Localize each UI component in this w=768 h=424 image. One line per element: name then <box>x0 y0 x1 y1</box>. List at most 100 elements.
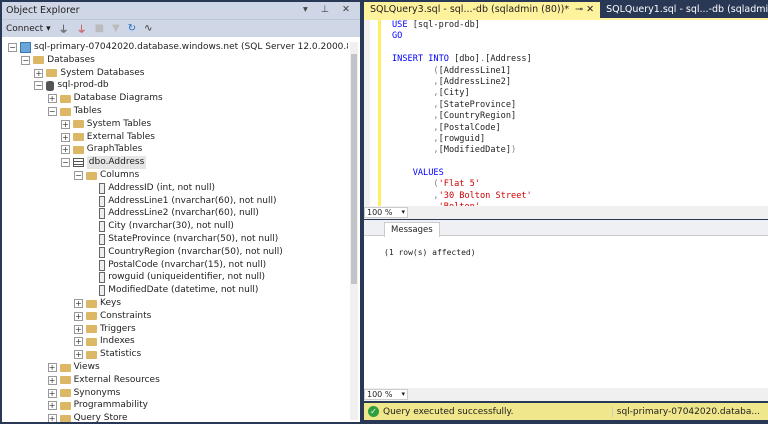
code-line: ,[rowguid] <box>392 134 532 145</box>
collapse-icon[interactable]: − <box>47 107 57 116</box>
expand-icon[interactable]: + <box>74 299 83 308</box>
tree-node[interactable]: AddressID (int, not null) <box>87 182 215 195</box>
expand-icon[interactable]: + <box>74 324 83 334</box>
column-icon <box>99 234 106 245</box>
expand-icon[interactable]: + <box>60 132 70 142</box>
code-token: [StateProvince] <box>438 99 517 110</box>
stop-icon[interactable]: ■ <box>95 23 104 34</box>
tree-node-label: Synonyms <box>73 387 121 398</box>
tree-node[interactable]: + GraphTables <box>60 143 143 156</box>
expand-icon[interactable]: + <box>74 311 83 321</box>
expand-icon[interactable]: + <box>47 401 57 411</box>
refresh-icon[interactable]: ↻ <box>128 23 136 34</box>
panel-window-controls[interactable]: ▾ ⊥ ✕ <box>303 4 355 15</box>
code-token: [City] <box>438 88 470 99</box>
expand-icon[interactable]: + <box>60 119 70 129</box>
column-icon <box>99 182 106 194</box>
results-zoom-select[interactable]: 100 % <box>364 389 408 400</box>
tree-node[interactable]: rowguid (uniqueidentifier, not null) <box>87 271 265 284</box>
success-check-icon: ✓ <box>368 406 379 417</box>
tree-node[interactable]: + Keys <box>74 297 121 310</box>
filter-icon[interactable]: ▼ <box>112 23 120 34</box>
scrollbar-thumb[interactable] <box>351 54 357 284</box>
tree-node[interactable]: − Columns <box>74 169 139 182</box>
tree-node[interactable]: + External Resources <box>47 374 160 387</box>
tree-node[interactable]: + System Tables <box>60 118 151 131</box>
tab-sqlquery3[interactable]: SQLQuery3.sql - sql...-db (sqladmin (80)… <box>364 2 601 18</box>
tree-node[interactable]: + Query Store <box>47 412 128 422</box>
tree-node-label: ModifiedDate (datetime, not null) <box>108 285 259 296</box>
tree-node[interactable]: StateProvince (nvarchar(50), not null) <box>87 233 278 246</box>
collapse-icon[interactable]: − <box>60 158 70 168</box>
tree-node[interactable]: − dbo.Address <box>60 156 147 170</box>
tree-node[interactable]: + External Tables <box>60 131 155 144</box>
tree-scrollbar[interactable] <box>350 42 358 420</box>
tree-node[interactable]: CountryRegion (nvarchar(50), not null) <box>87 246 283 259</box>
expand-icon[interactable]: + <box>74 337 83 347</box>
tree-node[interactable]: City (nvarchar(30), not null) <box>87 220 234 233</box>
folder-icon <box>59 376 71 385</box>
table-icon <box>72 158 84 168</box>
tree-node-label: External Tables <box>86 131 155 142</box>
tree-node-label: System Databases <box>60 67 145 78</box>
column-icon <box>99 259 106 271</box>
tree-node[interactable]: + Views <box>47 361 100 374</box>
tree-node-label: Statistics <box>100 349 142 360</box>
disconnect-icon[interactable]: ⏚ <box>77 21 87 36</box>
expand-icon[interactable]: + <box>47 363 57 372</box>
editor-gutter <box>364 20 370 206</box>
tree-node[interactable]: − Databases <box>21 54 95 67</box>
expand-icon[interactable]: + <box>47 94 57 104</box>
expand-icon[interactable]: + <box>47 388 57 398</box>
tree-node-label: Database Diagrams <box>73 93 163 104</box>
tree-node[interactable]: − Tables <box>47 105 102 118</box>
tree-node[interactable]: − sql-prod-db <box>34 79 109 92</box>
column-icon <box>99 272 106 284</box>
code-token: 'Flat 5' <box>438 179 480 190</box>
collapse-icon[interactable]: − <box>34 81 44 91</box>
tree-node[interactable]: + Indexes <box>74 335 135 348</box>
folder-icon <box>72 145 84 154</box>
collapse-icon[interactable]: − <box>8 43 17 52</box>
collapse-icon[interactable]: − <box>21 55 31 65</box>
collapse-icon[interactable]: − <box>74 171 83 180</box>
tree-node[interactable]: ModifiedDate (datetime, not null) <box>87 284 258 297</box>
tree-node[interactable]: + Synonyms <box>47 387 121 400</box>
code-token: [AddressLine1] <box>438 65 512 76</box>
tree-node[interactable]: + Triggers <box>74 323 136 336</box>
tree-node[interactable]: + Statistics <box>74 348 141 361</box>
connect-button[interactable]: Connect ▾ <box>6 24 51 34</box>
tree-node[interactable]: − sql-primary-07042020.database.windows.n… <box>8 41 348 54</box>
code-token: [ModifiedDate] <box>438 145 512 156</box>
connect-plug-icon[interactable]: ⏚ <box>59 21 69 36</box>
expand-icon[interactable]: + <box>74 350 83 360</box>
activity-monitor-icon[interactable]: ∿ <box>144 23 152 34</box>
expand-icon[interactable]: + <box>34 68 44 78</box>
query-editor[interactable]: USE [sql-prod-db] GO INSERT INTO [dbo].[Ad… <box>364 18 768 212</box>
tree-node-label: PostalCode (nvarchar(15), not null) <box>108 259 267 270</box>
expand-icon[interactable]: + <box>60 145 70 155</box>
tree-node-label: External Resources <box>73 374 160 385</box>
expand-icon[interactable]: + <box>47 375 57 385</box>
object-explorer-title-bar: Object Explorer ▾ ⊥ ✕ <box>2 2 360 19</box>
tree-node[interactable]: PostalCode (nvarchar(15), not null) <box>87 259 266 272</box>
tree-node[interactable]: AddressLine1 (nvarchar(60), not null) <box>87 195 277 208</box>
tab-pin-close-icons[interactable]: ⊸ ✕ <box>575 4 594 15</box>
folder-icon <box>59 401 71 410</box>
tree-node[interactable]: + System Databases <box>34 67 144 80</box>
server-icon <box>20 42 31 53</box>
tab-sqlquery1[interactable]: SQLQuery1.sql - sql...-db (sqladmin (85)… <box>600 2 768 18</box>
tree-node[interactable]: + Constraints <box>74 310 151 323</box>
expand-icon[interactable]: + <box>47 414 57 422</box>
sql-code[interactable]: USE [sql-prod-db] GO INSERT INTO [dbo].[Ad… <box>392 20 532 214</box>
editor-zoom-select[interactable]: 100 % <box>364 207 408 218</box>
tree-node[interactable]: + Programmability <box>47 399 148 412</box>
tree-node-label: GraphTables <box>86 144 143 155</box>
tree-node-label: StateProvince (nvarchar(50), not null) <box>108 234 279 244</box>
tree-node[interactable]: + Database Diagrams <box>47 92 163 105</box>
tab-messages[interactable]: Messages <box>384 222 440 237</box>
tree-node[interactable]: AddressLine2 (nvarchar(60), null) <box>87 207 259 220</box>
